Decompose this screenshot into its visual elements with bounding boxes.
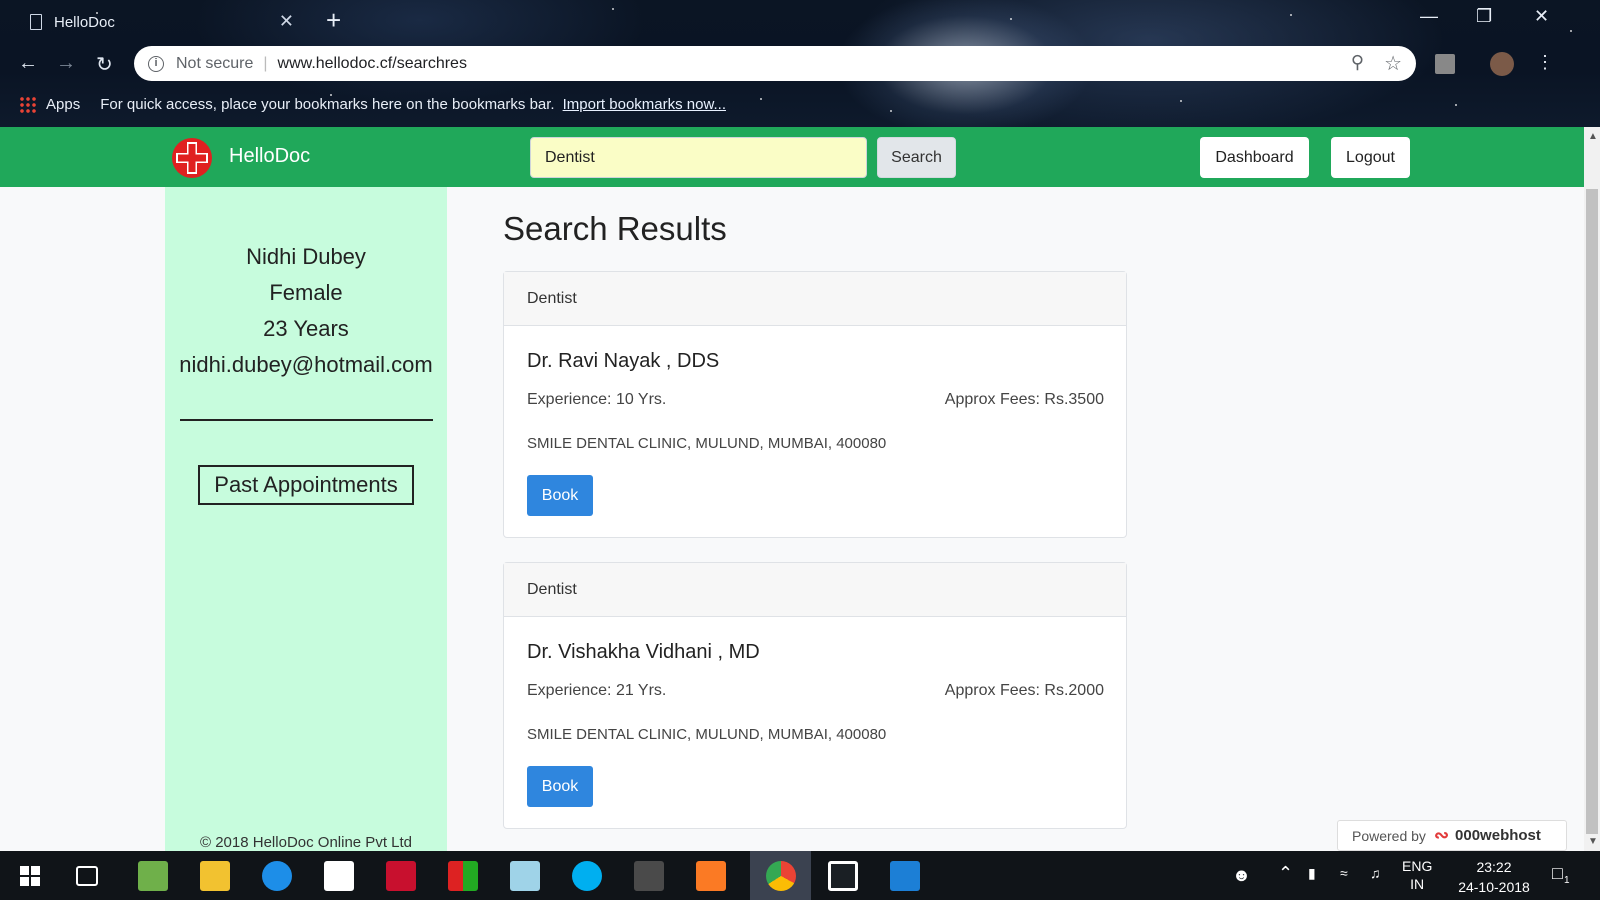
doctor-card: Dentist Dr. Ravi Nayak , DDS Experience:… — [503, 271, 1127, 538]
window-close-icon[interactable]: ✕ — [1534, 6, 1549, 27]
page-title: Search Results — [503, 210, 727, 247]
browser-tab[interactable]: HelloDoc ✕ — [14, 4, 304, 40]
winrar-icon[interactable] — [448, 861, 478, 891]
close-tab-icon[interactable]: ✕ — [279, 11, 294, 32]
profile-info: Nidhi Dubey Female 23 Years nidhi.dubey@… — [165, 239, 447, 383]
omnibox-divider: | — [263, 54, 268, 72]
language-indicator[interactable]: ENG IN — [1402, 857, 1432, 893]
not-secure-label: Not secure — [176, 54, 254, 72]
logout-button[interactable]: Logout — [1331, 137, 1410, 178]
search-input[interactable] — [530, 137, 867, 178]
extension-icon[interactable] — [1435, 54, 1455, 74]
back-icon[interactable]: ← — [18, 52, 38, 75]
task-view-icon[interactable] — [76, 866, 98, 886]
clinic-address: SMILE DENTAL CLINIC, MULUND, MUMBAI, 400… — [527, 435, 887, 452]
action-center-icon[interactable]: □ — [1552, 863, 1563, 884]
powered-by-badge[interactable]: Powered by ∾ 000webhost — [1337, 820, 1567, 851]
people-icon[interactable]: ☻ — [1232, 865, 1251, 886]
doctor-experience: Experience: 21 Yrs. — [527, 682, 667, 699]
doctor-fees: Approx Fees: Rs.3500 — [944, 391, 1104, 408]
new-tab-icon[interactable]: + — [326, 6, 341, 34]
clock-date: 24-10-2018 — [1458, 879, 1530, 895]
profile-avatar[interactable] — [1490, 52, 1514, 76]
skype-icon[interactable] — [572, 861, 602, 891]
windows-start-icon[interactable] — [20, 866, 40, 886]
doctor-experience: Experience: 10 Yrs. — [527, 391, 667, 408]
page-scrollbar[interactable]: ▲ ▼ — [1584, 127, 1600, 851]
reload-icon[interactable]: ↻ — [96, 52, 113, 77]
search-button[interactable]: Search — [877, 137, 956, 178]
page-icon — [30, 14, 42, 30]
card-specialty: Dentist — [504, 272, 1126, 326]
bookmarks-hint: For quick access, place your bookmarks h… — [100, 95, 555, 113]
apps-link[interactable]: Apps — [46, 96, 80, 113]
windows-taskbar: ☻ ⌃ ▮ ≈ ♫ ENG IN 23:22 24-10-2018 □ 1 — [0, 851, 1600, 900]
show-hidden-icons-chevron-icon[interactable]: ⌃ — [1278, 863, 1293, 884]
user-email: nidhi.dubey@hotmail.com — [179, 352, 433, 377]
clinic-address: SMILE DENTAL CLINIC, MULUND, MUMBAI, 400… — [527, 726, 887, 743]
site-navbar: HelloDoc Search Dashboard Logout — [0, 127, 1584, 187]
volume-icon[interactable]: ♫ — [1370, 865, 1381, 881]
teamviewer-icon[interactable] — [262, 861, 292, 891]
browser-chrome: HelloDoc ✕ + — ❐ ✕ ← → ↻ i Not secure | … — [0, 0, 1600, 127]
mcafee-icon[interactable] — [386, 861, 416, 891]
user-age: 23 Years — [263, 316, 349, 341]
url-text[interactable]: www.hellodoc.cf/searchres — [278, 55, 467, 73]
sublime-text-icon[interactable] — [634, 861, 664, 891]
bookmarks-bar: Apps For quick access, place your bookma… — [0, 90, 726, 118]
apps-grid-icon[interactable] — [19, 95, 36, 113]
notes-app-icon[interactable] — [510, 861, 540, 891]
webhost-logo-icon: ∾ — [1433, 825, 1450, 845]
bracket-app-icon[interactable] — [828, 861, 858, 891]
clock-time: 23:22 — [1476, 859, 1512, 875]
import-bookmarks-link[interactable]: Import bookmarks now... — [563, 96, 726, 113]
minimize-icon[interactable]: — — [1420, 6, 1438, 27]
bookmark-star-icon[interactable]: ☆ — [1384, 51, 1402, 76]
book-button[interactable]: Book — [527, 766, 593, 807]
profile-sidebar: Nidhi Dubey Female 23 Years nidhi.dubey@… — [165, 187, 447, 851]
file-explorer-icon[interactable] — [200, 861, 230, 891]
restore-icon[interactable]: ❐ — [1476, 6, 1492, 27]
clock[interactable]: 23:22 24-10-2018 — [1456, 857, 1532, 897]
scroll-thumb[interactable] — [1586, 189, 1598, 834]
copyright-footer: © 2018 HelloDoc Online Pvt Ltd — [200, 834, 412, 851]
card-specialty: Dentist — [504, 563, 1126, 617]
scroll-up-icon[interactable]: ▲ — [1588, 131, 1598, 142]
book-button[interactable]: Book — [527, 475, 593, 516]
medical-cross-logo-icon[interactable] — [170, 136, 214, 180]
doctor-fees: Approx Fees: Rs.2000 — [944, 682, 1104, 699]
doctor-card: Dentist Dr. Vishakha Vidhani , MD Experi… — [503, 562, 1127, 829]
scroll-down-icon[interactable]: ▼ — [1588, 836, 1598, 847]
past-appointments-button[interactable]: Past Appointments — [198, 465, 414, 505]
user-name: Nidhi Dubey — [246, 244, 366, 269]
brand-name[interactable]: HelloDoc — [229, 145, 310, 168]
doctor-name: Dr. Ravi Nayak , DDS — [527, 350, 720, 372]
powered-by-brand: 000webhost — [1455, 827, 1541, 844]
info-icon[interactable]: i — [148, 55, 164, 72]
battery-icon[interactable]: ▮ — [1308, 865, 1316, 882]
dashboard-button[interactable]: Dashboard — [1200, 137, 1309, 178]
forward-icon[interactable]: → — [56, 52, 76, 75]
paint-app-icon[interactable] — [138, 861, 168, 891]
sidebar-divider — [179, 419, 433, 421]
region-code: IN — [1410, 876, 1425, 892]
address-bar[interactable]: i Not secure | www.hellodoc.cf/searchres… — [134, 46, 1416, 81]
zoom-icon[interactable]: ⚲ — [1351, 52, 1364, 73]
tab-title: HelloDoc — [54, 13, 115, 31]
xampp-icon[interactable] — [696, 861, 726, 891]
chrome-icon[interactable] — [766, 861, 796, 891]
store-icon[interactable] — [324, 861, 354, 891]
vscode-icon[interactable] — [890, 861, 920, 891]
doctor-name: Dr. Vishakha Vidhani , MD — [527, 641, 760, 663]
powered-by-label: Powered by — [1352, 827, 1426, 844]
language-code: ENG — [1402, 858, 1433, 874]
user-gender: Female — [269, 280, 343, 305]
wifi-icon[interactable]: ≈ — [1340, 865, 1348, 881]
browser-menu-icon[interactable]: ⋮ — [1536, 52, 1554, 73]
notification-count: 1 — [1564, 875, 1570, 886]
